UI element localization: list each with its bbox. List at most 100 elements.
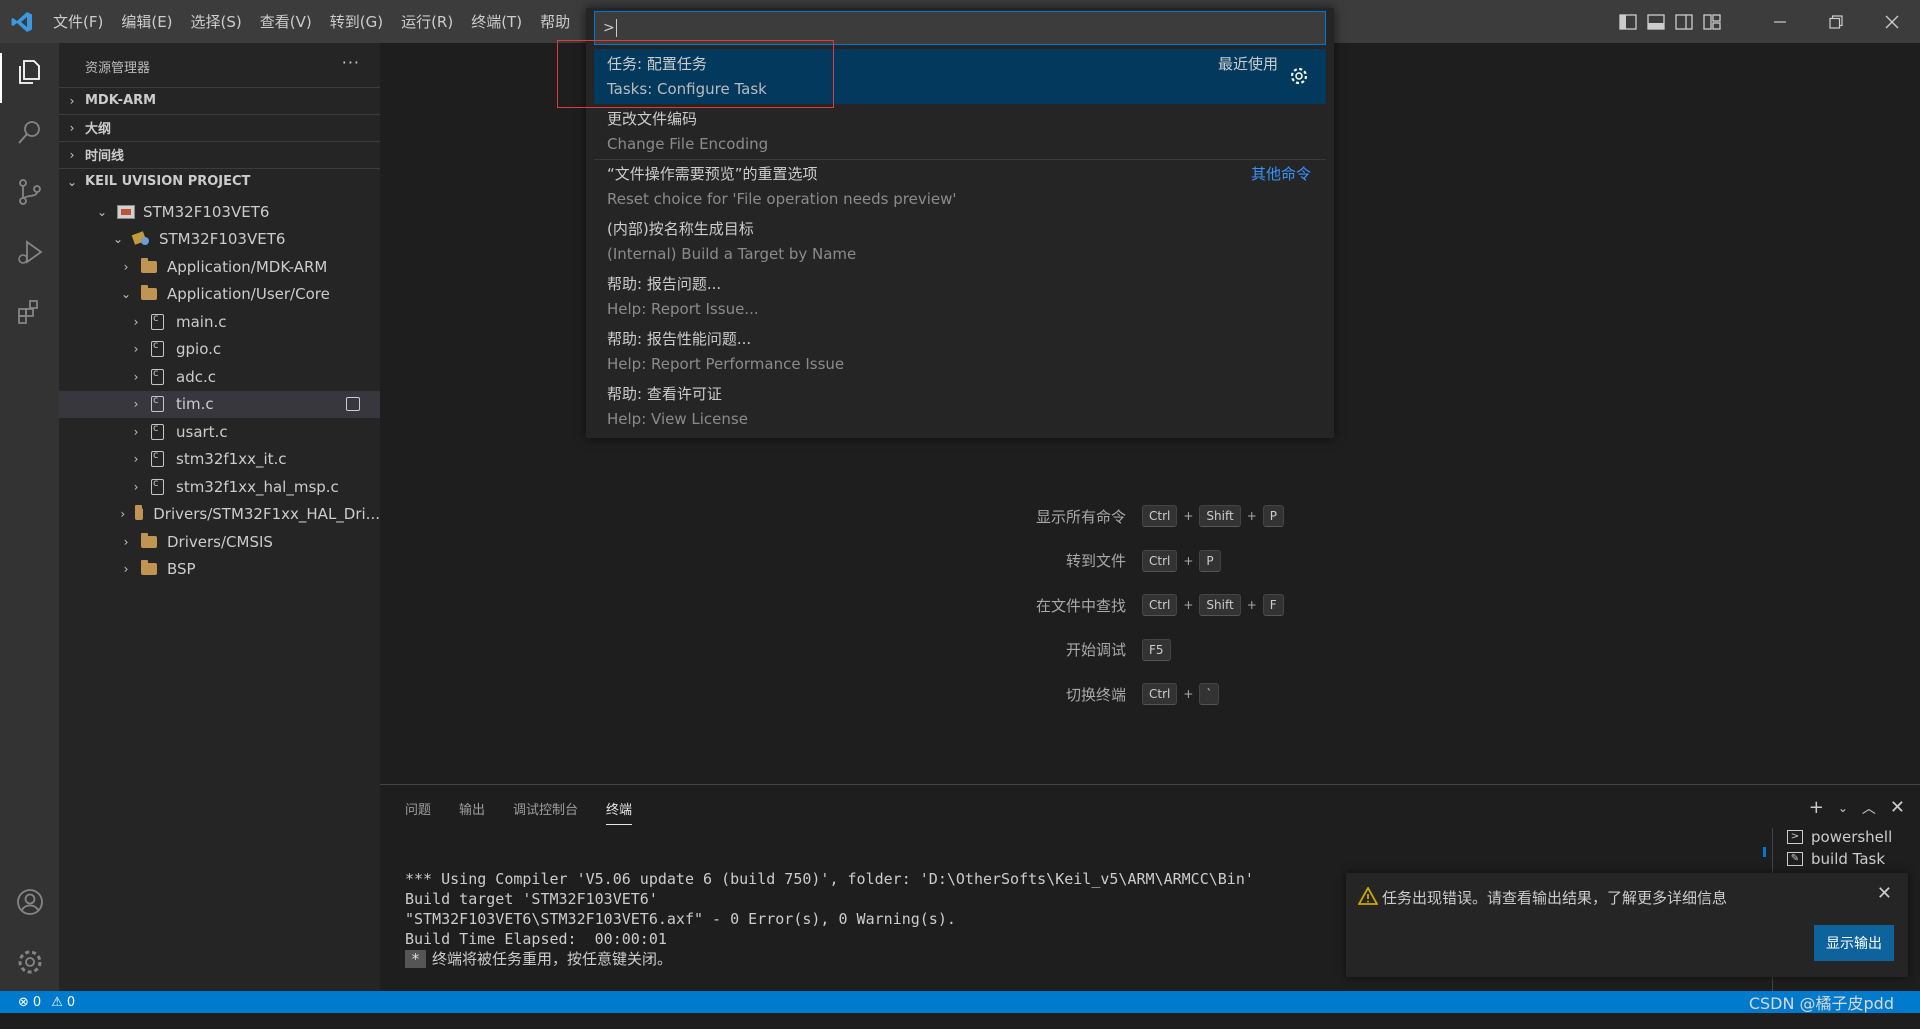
tree-item[interactable]: › tim.c: [59, 390, 380, 418]
tree-item[interactable]: › Drivers/CMSIS: [59, 528, 380, 555]
keybinding-key: Ctrl: [1142, 549, 1178, 572]
tree-item[interactable]: › adc.c: [59, 363, 380, 390]
command-item[interactable]: 帮助: 查看许可证 Help: View License: [594, 379, 1326, 434]
panel-tab[interactable]: 调试控制台: [513, 799, 578, 825]
copy-path-icon[interactable]: [346, 397, 360, 411]
command-item[interactable]: (内部)按名称生成目标 (Internal) Build a Target by …: [594, 214, 1326, 269]
run-debug-icon[interactable]: [13, 235, 47, 269]
problems-status[interactable]: ⊗ 0 ⚠ 0: [18, 995, 75, 1010]
section-mdk-arm[interactable]: › MDK-ARM: [59, 87, 380, 113]
menu-item[interactable]: 编辑(E): [112, 11, 181, 32]
accounts-icon[interactable]: [13, 885, 47, 919]
shortcut-label: 开始调试: [1065, 641, 1126, 659]
more-actions-icon[interactable]: ···: [342, 53, 360, 72]
toggle-primary-sidebar-icon[interactable]: [1618, 13, 1638, 31]
manage-gear-icon[interactable]: [13, 945, 47, 979]
tree-item[interactable]: › usart.c: [59, 418, 380, 445]
tree-item[interactable]: ⌄ STM32F103VET6: [59, 198, 380, 225]
terminal-build-task[interactable]: ✎ build Task: [1787, 850, 1885, 868]
chevron-down-icon[interactable]: ⌄: [1838, 801, 1848, 815]
file-icon: [151, 313, 164, 330]
explorer-sidebar: 资源管理器 ··· › MDK-ARM › 大纲 › 时间线 ⌄ KEIL UV…: [59, 43, 380, 991]
panel-tabs: 问题 输出 调试控制台 终端: [405, 799, 633, 825]
file-icon: [151, 450, 164, 467]
menu-item[interactable]: 选择(S): [182, 11, 251, 32]
explorer-icon[interactable]: [13, 55, 47, 89]
section-timeline[interactable]: › 时间线: [59, 141, 380, 167]
menu-item[interactable]: 文件(F): [44, 11, 112, 32]
tree-item-label: Application/MDK-ARM: [167, 257, 328, 276]
toggle-secondary-sidebar-icon[interactable]: [1674, 13, 1694, 31]
tree-item[interactable]: ⌄ STM32F103VET6: [59, 226, 380, 253]
menu-item[interactable]: 查看(V): [251, 11, 321, 32]
tree-item[interactable]: › gpio.c: [59, 336, 380, 363]
command-input-value: >: [603, 20, 615, 36]
file-icon: [151, 340, 164, 357]
section-label: 时间线: [85, 149, 125, 164]
panel-tab[interactable]: 输出: [459, 799, 485, 825]
warning-count: 0: [66, 994, 76, 1010]
terminal-marker: *: [405, 950, 427, 968]
shortcut-row: 转到文件 Ctrl + P: [380, 548, 1920, 574]
tree-item-label: gpio.c: [176, 340, 222, 358]
keybinding-key: F: [1262, 594, 1284, 616]
configure-keybinding-gear-icon[interactable]: [1290, 67, 1308, 85]
file-icon: [151, 395, 164, 412]
command-label: 帮助: 报告性能问题...: [607, 330, 752, 348]
toggle-panel-icon[interactable]: [1646, 13, 1666, 31]
command-item[interactable]: 更改文件编码 Change File Encoding: [594, 104, 1326, 159]
tree-item[interactable]: › Application/MDK-ARM: [59, 253, 380, 280]
customize-layout-icon[interactable]: [1702, 13, 1722, 31]
terminal-output[interactable]: *** Using Compiler 'V5.06 update 6 (buil…: [405, 869, 1254, 969]
folder-icon: [141, 285, 157, 300]
tree-item[interactable]: › main.c: [59, 308, 380, 335]
menu-bar: 文件(F) 编辑(E) 选择(S) 查看(V) 转到(G) 运行(R) 终端(T) 帮助: [44, 0, 579, 43]
panel-tab[interactable]: 终端: [606, 799, 633, 825]
command-item[interactable]: “文件操作需要预览”的重置选项 Reset choice for 'File op…: [594, 159, 1326, 214]
close-panel-icon[interactable]: ✕: [1890, 797, 1905, 818]
maximize-panel-icon[interactable]: ︿: [1862, 798, 1876, 818]
tree-item[interactable]: › stm32f1xx_it.c: [59, 446, 380, 473]
panel-actions: + ⌄ ︿ ✕: [1809, 797, 1905, 818]
error-notification: 任务出现错误。请查看输出结果，了解更多详细信息 ✕ 显示输出: [1346, 873, 1908, 977]
file-icon: [151, 423, 164, 440]
shortcut-keys: Ctrl + Shift + P: [1142, 505, 1285, 527]
group-separator: [594, 159, 1326, 160]
terminal-line: Build target 'STM32F103VET6': [405, 890, 658, 908]
search-icon[interactable]: [13, 115, 47, 149]
show-output-button[interactable]: 显示输出: [1814, 925, 1894, 961]
new-terminal-icon[interactable]: +: [1809, 797, 1824, 818]
source-control-icon[interactable]: [13, 175, 47, 209]
chevron-right-icon: ›: [133, 342, 139, 356]
chevron-down-icon: ⌄: [112, 232, 124, 246]
menu-item[interactable]: 运行(R): [392, 11, 462, 32]
tree-item[interactable]: › Drivers/STM32F1xx_HAL_Dri...: [59, 501, 380, 528]
close-icon[interactable]: ✕: [1877, 883, 1892, 904]
restore-button[interactable]: [1808, 0, 1864, 43]
chevron-right-icon: ›: [133, 479, 139, 494]
close-window-button[interactable]: [1864, 0, 1920, 43]
section-keil-project[interactable]: ⌄ KEIL UVISION PROJECT: [59, 168, 380, 194]
menu-item[interactable]: 帮助: [531, 11, 579, 32]
command-item[interactable]: 帮助: 报告性能问题... Help: Report Performance Is…: [594, 324, 1326, 379]
watermark: CSDN @橘子皮pdd: [1748, 994, 1894, 1013]
tree-item[interactable]: › stm32f1xx_hal_msp.c: [59, 473, 380, 500]
extensions-icon[interactable]: [13, 295, 47, 329]
command-item[interactable]: 帮助: 报告问题... Help: Report Issue...: [594, 269, 1326, 324]
section-outline[interactable]: › 大纲: [59, 114, 380, 140]
minimize-button[interactable]: [1752, 0, 1808, 43]
chevron-right-icon: ›: [69, 93, 75, 108]
keybinding-key: Ctrl: [1142, 505, 1178, 527]
status-bar: ⊗ 0 ⚠ 0 CSDN @橘子皮pdd: [0, 991, 1920, 1013]
file-icon: [151, 368, 164, 385]
panel-tab[interactable]: 问题: [405, 799, 431, 825]
key-separator: +: [1183, 687, 1194, 701]
chevron-right-icon: ›: [123, 259, 129, 274]
terminal-powershell[interactable]: > powershell: [1787, 828, 1892, 846]
keybinding-key: Ctrl: [1142, 594, 1178, 616]
shortcut-keys: F5: [1142, 638, 1171, 661]
menu-item[interactable]: 终端(T): [462, 11, 531, 32]
tree-item[interactable]: › BSP: [59, 556, 380, 583]
menu-item[interactable]: 转到(G): [321, 11, 392, 32]
tree-item[interactable]: ⌄ Application/User/Core: [59, 281, 380, 308]
